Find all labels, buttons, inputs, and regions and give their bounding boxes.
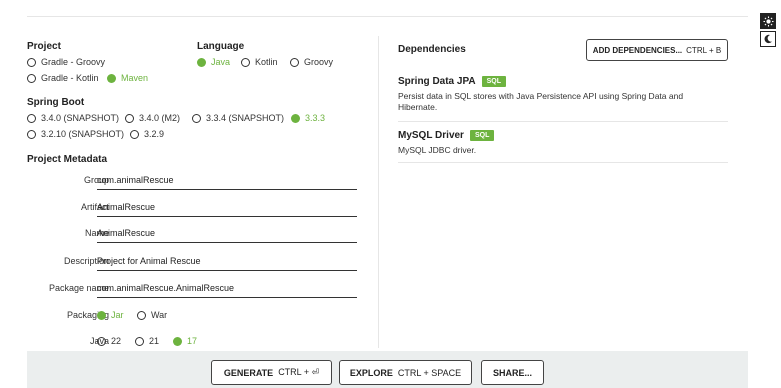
java-option-17[interactable]: 17 <box>173 336 197 346</box>
language-title: Language <box>197 41 245 52</box>
group-row: Group com.animalRescue <box>27 175 357 201</box>
radio-icon <box>192 113 201 123</box>
packaging-option-jar[interactable]: Jar <box>97 310 124 320</box>
radio-icon <box>290 57 299 67</box>
spring-boot-title: Spring Boot <box>27 97 85 108</box>
packaging-option-war[interactable]: War <box>137 310 167 320</box>
boot-option-3-3-4-snapshot[interactable]: 3.3.4 (SNAPSHOT) <box>192 113 284 123</box>
group-input[interactable]: com.animalRescue <box>97 175 357 190</box>
dependency-badge: SQL <box>469 130 495 141</box>
radio-icon <box>27 73 36 83</box>
generate-shortcut: CTRL + ⏎ <box>278 367 320 377</box>
radio-icon <box>97 336 106 346</box>
project-option-gradle-groovy[interactable]: Gradle - Groovy <box>27 57 105 67</box>
radio-icon <box>27 57 36 67</box>
project-title: Project <box>27 41 61 52</box>
description-input[interactable]: Project for Animal Rescue <box>97 256 357 271</box>
language-option-groovy[interactable]: Groovy <box>290 57 333 67</box>
column-divider <box>378 36 379 348</box>
boot-option-3-2-9[interactable]: 3.2.9 <box>130 129 164 139</box>
package-row: Package name com.animalRescue.AnimalResc… <box>27 283 357 309</box>
java-option-21[interactable]: 21 <box>135 336 159 346</box>
generate-button[interactable]: GENERATE CTRL + ⏎ <box>211 360 332 385</box>
explore-button[interactable]: EXPLORE CTRL + SPACE <box>339 360 472 385</box>
name-row: Name AnimalRescue <box>27 228 357 254</box>
dependency-divider <box>398 121 728 122</box>
share-label: SHARE... <box>492 367 532 378</box>
artifact-input[interactable]: AnimalRescue <box>97 202 357 217</box>
boot-option-3-4-0-m2[interactable]: 3.4.0 (M2) <box>125 113 180 123</box>
add-dependencies-label: ADD DEPENDENCIES... <box>592 45 683 55</box>
boot-option-3-2-10-snapshot[interactable]: 3.2.10 (SNAPSHOT) <box>27 129 124 139</box>
add-dependencies-button[interactable]: ADD DEPENDENCIES... CTRL + B <box>586 39 728 61</box>
generate-label: GENERATE <box>223 367 274 378</box>
artifact-row: Artifact AnimalRescue <box>27 202 357 228</box>
dependency-divider <box>398 162 728 163</box>
explore-shortcut: CTRL + SPACE <box>397 367 462 378</box>
project-option-gradle-kotlin[interactable]: Gradle - Kotlin <box>27 73 99 83</box>
dependency-description: MySQL JDBC driver. <box>398 145 477 155</box>
radio-icon <box>130 129 139 139</box>
radio-icon <box>27 129 36 139</box>
dependency-badge: SQL <box>481 76 506 87</box>
project-option-maven[interactable]: Maven <box>107 73 148 83</box>
boot-option-3-4-0-snapshot[interactable]: 3.4.0 (SNAPSHOT) <box>27 113 119 123</box>
moon-icon[interactable] <box>760 31 776 47</box>
language-option-kotlin[interactable]: Kotlin <box>241 57 278 67</box>
dependency-item: Spring Data JPA SQL Persist data in SQL s… <box>398 76 728 113</box>
top-divider <box>27 16 748 17</box>
add-dependencies-shortcut: CTRL + B <box>686 45 722 55</box>
radio-icon <box>137 310 146 320</box>
description-row: Description Project for Animal Rescue <box>27 256 357 282</box>
radio-selected-icon <box>197 57 206 67</box>
radio-icon <box>241 57 250 67</box>
sun-icon[interactable] <box>760 13 776 29</box>
radio-icon <box>27 113 36 123</box>
share-button[interactable]: SHARE... <box>481 360 544 385</box>
dependency-description: Persist data in SQL stores with Java Per… <box>398 91 684 112</box>
java-option-22[interactable]: 22 <box>97 336 121 346</box>
package-name-input[interactable]: com.animalRescue.AnimalRescue <box>97 283 357 298</box>
radio-selected-icon <box>173 336 182 346</box>
radio-icon <box>135 336 144 346</box>
packaging-row: Packaging <box>27 310 357 336</box>
dependency-name: MySQL Driver <box>398 130 464 141</box>
radio-selected-icon <box>107 73 116 83</box>
dependency-name: Spring Data JPA <box>398 76 476 87</box>
dependencies-title: Dependencies <box>398 44 466 55</box>
radio-selected-icon <box>97 310 106 320</box>
language-option-java[interactable]: Java <box>197 57 230 67</box>
boot-option-3-3-3[interactable]: 3.3.3 <box>291 113 325 123</box>
explore-label: EXPLORE <box>349 367 393 378</box>
name-input[interactable]: AnimalRescue <box>97 228 357 243</box>
radio-icon <box>125 113 134 123</box>
dependency-item: MySQL Driver SQL MySQL JDBC driver. <box>398 130 728 156</box>
metadata-title: Project Metadata <box>27 154 108 165</box>
radio-selected-icon <box>291 113 300 123</box>
